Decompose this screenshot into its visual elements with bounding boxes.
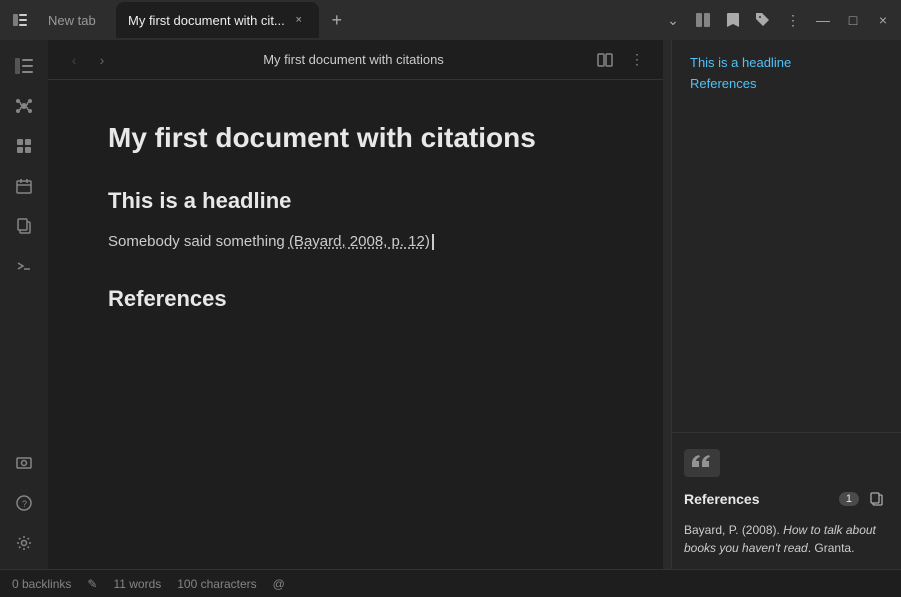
- back-btn[interactable]: ‹: [60, 46, 88, 74]
- calendar-icon[interactable]: [6, 168, 42, 204]
- forward-btn[interactable]: ›: [88, 46, 116, 74]
- content-area: ‹ › My first document with citations ⋮ M…: [48, 40, 663, 569]
- ref-publisher: . Granta.: [808, 541, 855, 555]
- bookmark-btn[interactable]: [719, 6, 747, 34]
- text-cursor: [432, 234, 434, 250]
- at-icon: @: [273, 577, 285, 591]
- left-sidebar: ?: [0, 40, 48, 569]
- connections-icon[interactable]: [6, 88, 42, 124]
- references-heading: References: [108, 286, 603, 312]
- right-sidebar: This is a headline References References…: [671, 40, 901, 569]
- ref-count-badge: 1: [839, 492, 859, 506]
- toc-item-references[interactable]: References: [684, 73, 889, 94]
- status-bar: 0 backlinks ✎ 11 words 100 characters @: [0, 569, 901, 597]
- ref-header: References 1: [684, 487, 889, 511]
- settings-icon[interactable]: [6, 525, 42, 561]
- help-icon[interactable]: ?: [6, 485, 42, 521]
- sidebar-toggle-icon[interactable]: [6, 48, 42, 84]
- ref-entry: Bayard, P. (2008). How to talk about boo…: [684, 521, 889, 557]
- split-view-btn[interactable]: [689, 6, 717, 34]
- new-tab[interactable]: New tab: [36, 2, 116, 38]
- ref-author: Bayard, P. (2008).: [684, 523, 783, 537]
- ref-label: References: [684, 491, 839, 507]
- svg-text:?: ?: [22, 499, 27, 509]
- screenshot-icon[interactable]: [6, 445, 42, 481]
- edit-icon: ✎: [87, 577, 97, 591]
- tag-btn[interactable]: [749, 6, 777, 34]
- minimize-btn[interactable]: —: [809, 6, 837, 34]
- tab-close-btn[interactable]: ×: [291, 12, 307, 28]
- quote-icon: [684, 449, 720, 477]
- editor-area[interactable]: My first document with citations This is…: [48, 80, 663, 569]
- main-area: ? ‹ › My first document with citations ⋮…: [0, 40, 901, 569]
- new-tab-btn[interactable]: +: [323, 6, 351, 34]
- sidebar-toggle-btn[interactable]: [4, 4, 36, 36]
- backlinks-status[interactable]: 0 backlinks: [12, 577, 71, 591]
- citation-link[interactable]: (Bayard, 2008, p. 12): [289, 233, 430, 250]
- scroll-track[interactable]: [663, 40, 671, 569]
- citations-panel: References 1 Bayard, P. (2008). How to t…: [672, 437, 901, 569]
- grid-icon[interactable]: [6, 128, 42, 164]
- active-tab[interactable]: My first document with cit... ×: [116, 2, 319, 38]
- sidebar-divider: [672, 432, 901, 433]
- document-main-title: My first document with citations: [108, 120, 603, 156]
- tab-bar: New tab My first document with cit... × …: [0, 0, 901, 40]
- words-label: 11 words: [113, 577, 161, 591]
- topbar-more-btn[interactable]: ⋮: [623, 46, 651, 74]
- sidebar-bottom: ?: [6, 445, 42, 561]
- at-status[interactable]: @: [273, 577, 285, 591]
- more-btn[interactable]: ⋮: [779, 6, 807, 34]
- copy-icon[interactable]: [6, 208, 42, 244]
- edit-status[interactable]: ✎: [87, 577, 97, 591]
- toc-item-headline[interactable]: This is a headline: [684, 52, 889, 73]
- active-tab-label: My first document with cit...: [128, 13, 285, 28]
- reader-btn[interactable]: [591, 46, 619, 74]
- window-close-btn[interactable]: ×: [869, 6, 897, 34]
- topbar-title: My first document with citations: [116, 52, 591, 67]
- chars-status[interactable]: 100 characters: [177, 577, 256, 591]
- paragraph-text: Somebody said something: [108, 233, 289, 250]
- toc-panel: This is a headline References: [672, 40, 901, 428]
- document-headline: This is a headline: [108, 188, 603, 214]
- maximize-btn[interactable]: □: [839, 6, 867, 34]
- new-tab-label: New tab: [48, 13, 96, 28]
- words-status[interactable]: 11 words: [113, 577, 161, 591]
- ref-copy-btn[interactable]: [865, 487, 889, 511]
- terminal-icon[interactable]: [6, 248, 42, 284]
- topbar-actions: ⋮: [591, 46, 651, 74]
- chars-label: 100 characters: [177, 577, 256, 591]
- document-paragraph: Somebody said something (Bayard, 2008, p…: [108, 230, 603, 254]
- content-topbar: ‹ › My first document with citations ⋮: [48, 40, 663, 80]
- tab-dropdown-btn[interactable]: ⌄: [659, 6, 687, 34]
- tab-bar-actions: ⌄ ⋮ — □ ×: [659, 6, 897, 34]
- backlinks-label: 0 backlinks: [12, 577, 71, 591]
